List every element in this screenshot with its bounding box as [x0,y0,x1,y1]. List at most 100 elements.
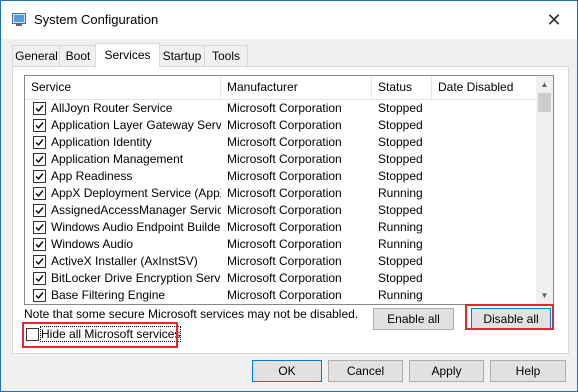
service-checkbox[interactable] [33,204,46,217]
cell-status: Stopped [378,152,423,166]
cell-service: Application Management [51,152,184,166]
cell-date-disabled [438,236,536,253]
service-checkbox[interactable] [33,221,46,234]
cell-status: Stopped [378,169,423,183]
services-list[interactable]: Service Manufacturer Status Date Disable… [24,75,554,305]
checkmark-icon [35,122,44,130]
cell-status: Stopped [378,254,423,268]
cell-service: AllJoyn Router Service [51,101,173,115]
close-icon: ✕ [546,10,562,30]
table-row[interactable]: ActiveX Installer (AxInstSV) Microsoft Co… [25,253,536,270]
system-configuration-icon [12,13,26,26]
scroll-up-arrow-icon[interactable]: ▲ [536,76,553,93]
cell-status: Running [378,186,423,200]
table-row[interactable]: Application Identity Microsoft Corporatio… [25,134,536,151]
cell-status: Stopped [378,118,423,132]
checkmark-icon [35,258,44,266]
tab-tools[interactable]: Tools [204,45,248,66]
cell-date-disabled [438,202,536,219]
column-header-manufacturer[interactable]: Manufacturer [221,76,372,99]
cell-date-disabled [438,287,536,304]
table-row[interactable]: Windows Audio Microsoft Corporation Runnin… [25,236,536,253]
cell-date-disabled [438,219,536,236]
service-checkbox[interactable] [33,187,46,200]
service-checkbox[interactable] [33,119,46,132]
cell-manufacturer: Microsoft Corporation [227,220,342,234]
window-title: System Configuration [34,12,159,27]
close-button[interactable]: ✕ [543,9,565,31]
checkmark-icon [35,156,44,164]
cell-status: Running [378,237,423,251]
cell-date-disabled [438,151,536,168]
hide-microsoft-services-highlight [22,322,178,348]
checkmark-icon [35,105,44,113]
cancel-button[interactable]: Cancel [328,360,403,382]
table-row[interactable]: BitLocker Drive Encryption Service Micros… [25,270,536,287]
cell-date-disabled [438,168,536,185]
tab-services[interactable]: Services [95,43,160,67]
cell-service: AppX Deployment Service (AppX... [51,186,221,200]
help-button[interactable]: Help [490,360,566,382]
cell-service: Windows Audio [51,237,134,251]
cell-service: Application Layer Gateway Service [51,118,221,132]
tab-startup[interactable]: Startup [158,45,206,66]
cell-service: Base Filtering Engine [51,288,166,302]
vertical-scrollbar[interactable]: ▲ ▼ [536,76,553,304]
system-configuration-window: System Configuration ✕ General Boot Serv… [0,0,578,392]
cell-manufacturer: Microsoft Corporation [227,237,342,251]
cell-date-disabled [438,134,536,151]
table-row[interactable]: App Readiness Microsoft Corporation Stoppe… [25,168,536,185]
column-header-date-disabled[interactable]: Date Disabled [432,76,536,99]
service-checkbox[interactable] [33,255,46,268]
service-checkbox[interactable] [33,136,46,149]
service-checkbox[interactable] [33,153,46,166]
checkmark-icon [35,241,44,249]
cell-manufacturer: Microsoft Corporation [227,203,342,217]
cell-date-disabled [438,100,536,117]
cell-service: BitLocker Drive Encryption Service [51,271,221,285]
cell-manufacturer: Microsoft Corporation [227,254,342,268]
cell-manufacturer: Microsoft Corporation [227,186,342,200]
cell-status: Stopped [378,101,423,115]
cell-manufacturer: Microsoft Corporation [227,271,342,285]
scroll-thumb[interactable] [538,93,551,112]
cell-status: Stopped [378,203,423,217]
table-row[interactable]: AllJoyn Router Service Microsoft Corporat… [25,100,536,117]
enable-all-button[interactable]: Enable all [373,308,454,330]
cell-date-disabled [438,253,536,270]
cell-date-disabled [438,270,536,287]
table-row[interactable]: Base Filtering Engine Microsoft Corporati… [25,287,536,304]
checkmark-icon [35,275,44,283]
cell-date-disabled [438,117,536,134]
table-row[interactable]: Windows Audio Endpoint Builder Microsoft … [25,219,536,236]
checkmark-icon [35,207,44,215]
column-header-status[interactable]: Status [372,76,432,99]
service-checkbox[interactable] [33,289,46,302]
cell-service: App Readiness [51,169,133,183]
disable-all-highlight [465,304,554,330]
cell-status: Running [378,220,423,234]
tab-general[interactable]: General [12,45,61,66]
table-row[interactable]: Application Layer Gateway Service Microso… [25,117,536,134]
cell-date-disabled [438,185,536,202]
apply-button[interactable]: Apply [409,360,484,382]
table-row[interactable]: AssignedAccessManager Service Microsoft C… [25,202,536,219]
cell-manufacturer: Microsoft Corporation [227,101,342,115]
ok-button[interactable]: OK [252,360,322,382]
cell-service: Application Identity [51,135,152,149]
service-checkbox[interactable] [33,238,46,251]
tab-boot[interactable]: Boot [59,45,97,66]
cell-status: Stopped [378,271,423,285]
table-row[interactable]: Application Management Microsoft Corporat… [25,151,536,168]
table-row[interactable]: AppX Deployment Service (AppX... Microsof… [25,185,536,202]
service-checkbox[interactable] [33,272,46,285]
service-checkbox[interactable] [33,102,46,115]
cell-status: Stopped [378,135,423,149]
scroll-down-arrow-icon[interactable]: ▼ [536,287,553,304]
checkmark-icon [35,139,44,147]
cell-manufacturer: Microsoft Corporation [227,169,342,183]
cell-manufacturer: Microsoft Corporation [227,118,342,132]
column-header-service[interactable]: Service [25,76,221,99]
service-checkbox[interactable] [33,170,46,183]
cell-manufacturer: Microsoft Corporation [227,135,342,149]
